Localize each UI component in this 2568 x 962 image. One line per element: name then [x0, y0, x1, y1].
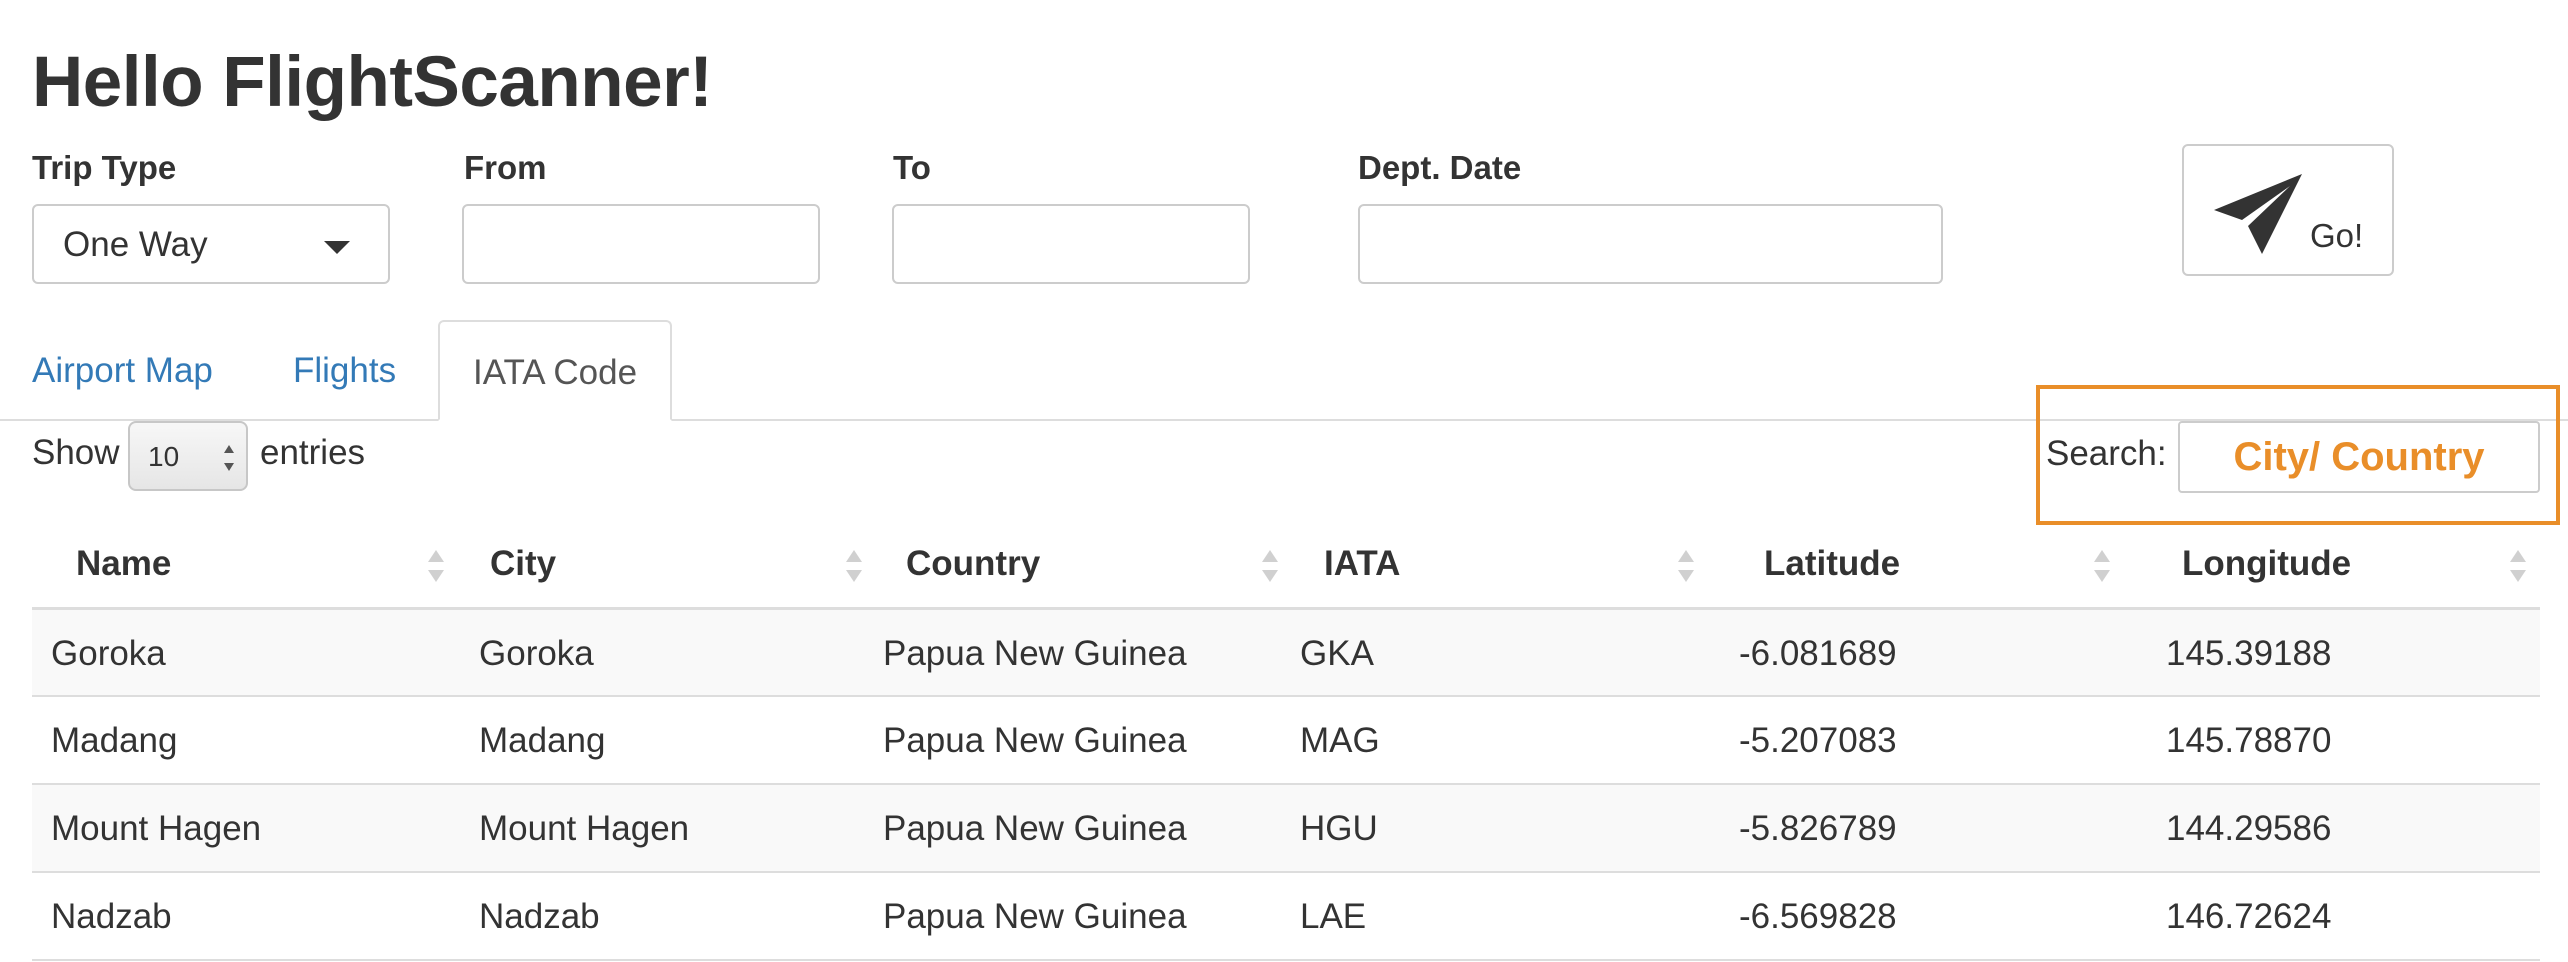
cell-iata: MAG	[1292, 696, 1708, 785]
column-header-label: Latitude	[1764, 544, 1901, 583]
dept-date-input[interactable]	[1358, 204, 1943, 284]
cell-text: 145.39188	[2166, 633, 2332, 673]
column-header-longitude[interactable]: Longitude	[2124, 520, 2540, 610]
entries-select[interactable]: 10	[128, 421, 248, 491]
cell-text: Madang	[479, 721, 606, 760]
sort-icon	[846, 550, 862, 582]
cell-text: HGU	[1300, 809, 1378, 848]
column-header-name[interactable]: Name	[32, 520, 460, 610]
cell-latitude: -5.826789	[1708, 784, 2124, 873]
sort-icon	[2510, 550, 2526, 582]
trip-type-select[interactable]: One Way	[32, 204, 390, 284]
cell-name: Nadzab	[32, 872, 460, 961]
cell-text: Goroka	[479, 633, 594, 673]
trip-type-label: Trip Type	[32, 149, 177, 186]
dept-date-label: Dept. Date	[1358, 149, 1522, 186]
cell-city: Goroka	[460, 608, 876, 697]
entries-value: 10	[148, 441, 180, 472]
cell-text: Papua New Guinea	[883, 633, 1187, 673]
table-header-row: Name City Country IATA Latitude Longitud…	[32, 520, 2540, 610]
to-label: To	[893, 149, 931, 186]
cell-text: Nadzab	[51, 897, 172, 936]
search-label: Search:	[2046, 434, 2167, 473]
cell-text: Mount Hagen	[51, 809, 262, 848]
column-header-label: Longitude	[2182, 544, 2352, 583]
cell-longitude: 146.72624	[2124, 872, 2540, 961]
iata-table: Name City Country IATA Latitude Longitud…	[32, 520, 2540, 961]
column-header-label: IATA	[1324, 544, 1401, 583]
from-input[interactable]	[462, 204, 820, 284]
cell-text: Nadzab	[479, 897, 600, 936]
cell-text: Mount Hagen	[479, 809, 690, 848]
cell-text: 145.78870	[2166, 721, 2332, 760]
from-label: From	[464, 149, 547, 186]
table-row[interactable]: Madang Madang Papua New Guinea MAG -5.20…	[32, 696, 2540, 785]
trip-type-value: One Way	[63, 225, 208, 264]
cell-name: Madang	[32, 696, 460, 785]
cell-longitude: 145.39188	[2124, 608, 2540, 697]
cell-text: -5.207083	[1739, 721, 1897, 760]
caret-down-icon	[324, 241, 350, 254]
search-input[interactable]	[2178, 421, 2540, 493]
column-header-city[interactable]: City	[460, 520, 876, 610]
go-button-label: Go!	[2310, 217, 2364, 254]
table-row[interactable]: Mount Hagen Mount Hagen Papua New Guinea…	[32, 784, 2540, 873]
table-row[interactable]: Goroka Goroka Papua New Guinea GKA -6.08…	[32, 608, 2540, 697]
flightscanner-app: Hello FlightScanner! Trip Type From To D…	[0, 0, 2568, 962]
tab-iata-code[interactable]: IATA Code	[438, 320, 672, 421]
tab-flights[interactable]: Flights	[293, 320, 396, 421]
cell-text: Goroka	[51, 633, 166, 673]
entries-label: entries	[260, 433, 366, 472]
cell-text: -5.826789	[1739, 809, 1897, 848]
cell-longitude: 145.78870	[2124, 696, 2540, 785]
sort-icon	[428, 550, 444, 582]
cell-longitude: 144.29586	[2124, 784, 2540, 873]
cell-country: Papua New Guinea	[876, 696, 1292, 785]
paper-plane-icon	[2214, 174, 2302, 254]
show-label: Show	[32, 433, 120, 472]
cell-city: Mount Hagen	[460, 784, 876, 873]
cell-iata: GKA	[1292, 608, 1708, 697]
column-header-latitude[interactable]: Latitude	[1708, 520, 2124, 610]
cell-text: MAG	[1300, 721, 1380, 760]
column-header-label: Name	[76, 544, 172, 583]
cell-text: -6.569828	[1739, 897, 1897, 936]
cell-text: 146.72624	[2166, 897, 2332, 936]
cell-name: Goroka	[32, 608, 460, 697]
to-input[interactable]	[892, 204, 1250, 284]
cell-country: Papua New Guinea	[876, 608, 1292, 697]
sort-icon	[1678, 550, 1694, 582]
sort-icon	[2094, 550, 2110, 582]
cell-text: Papua New Guinea	[883, 897, 1187, 936]
cell-text: Papua New Guinea	[883, 809, 1187, 848]
cell-city: Madang	[460, 696, 876, 785]
tab-airport-map[interactable]: Airport Map	[32, 320, 213, 421]
column-header-country[interactable]: Country	[876, 520, 1292, 610]
cell-text: LAE	[1300, 897, 1367, 936]
cell-country: Papua New Guinea	[876, 784, 1292, 873]
cell-name: Mount Hagen	[32, 784, 460, 873]
table-row[interactable]: Nadzab Nadzab Papua New Guinea LAE -6.56…	[32, 872, 2540, 961]
cell-country: Papua New Guinea	[876, 872, 1292, 961]
cell-latitude: -6.081689	[1708, 608, 2124, 697]
column-header-label: City	[490, 544, 557, 583]
cell-text: -6.081689	[1739, 633, 1897, 673]
sort-icon	[1262, 550, 1278, 582]
select-arrows-icon	[224, 445, 234, 471]
cell-latitude: -5.207083	[1708, 696, 2124, 785]
cell-city: Nadzab	[460, 872, 876, 961]
column-header-iata[interactable]: IATA	[1292, 520, 1708, 610]
cell-iata: LAE	[1292, 872, 1708, 961]
cell-text: GKA	[1300, 633, 1374, 673]
cell-iata: HGU	[1292, 784, 1708, 873]
cell-text: 144.29586	[2166, 809, 2332, 848]
column-header-label: Country	[906, 544, 1041, 583]
page-title: Hello FlightScanner!	[32, 43, 713, 122]
cell-latitude: -6.569828	[1708, 872, 2124, 961]
go-button[interactable]: Go!	[2182, 144, 2394, 276]
cell-text: Madang	[51, 721, 178, 760]
cell-text: Papua New Guinea	[883, 721, 1187, 760]
